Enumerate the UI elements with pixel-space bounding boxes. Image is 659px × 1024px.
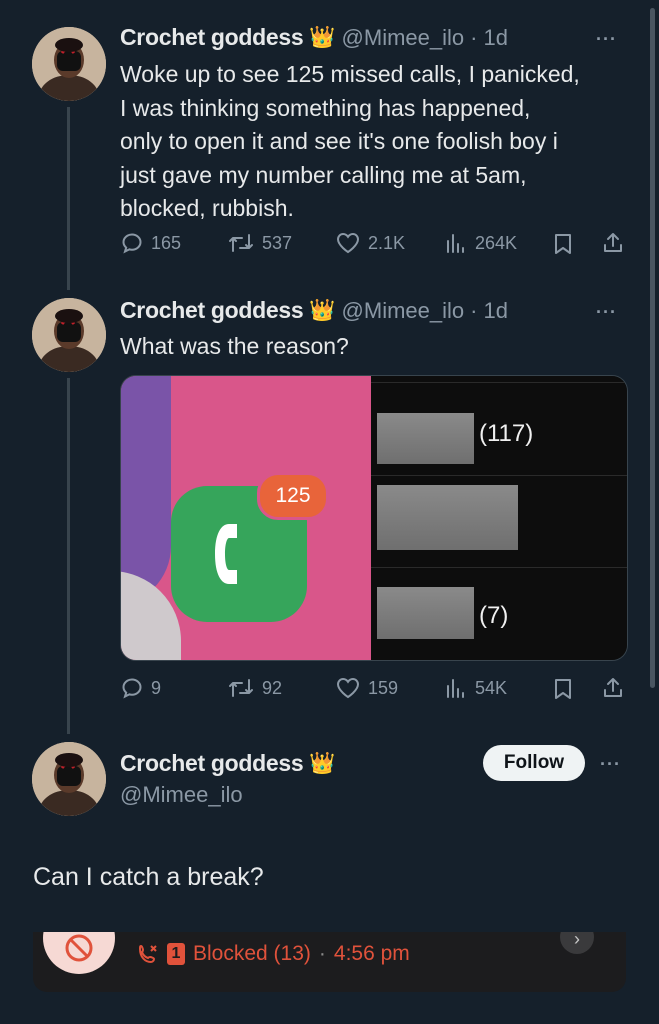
- tweet-text: What was the reason?: [120, 333, 349, 359]
- crown-icon: 👑: [309, 25, 336, 49]
- main-tweet-author: Crochet goddess 👑 @Mimee_ilo: [120, 750, 336, 808]
- handle[interactable]: @Mimee_ilo: [120, 782, 336, 808]
- handle[interactable]: @Mimee_ilo: [342, 298, 465, 324]
- share-icon[interactable]: [601, 231, 625, 260]
- blocked-label: Blocked (13): [193, 942, 311, 965]
- block-icon: [65, 934, 93, 962]
- divider: [371, 567, 627, 568]
- crown-icon: 👑: [309, 751, 336, 775]
- separator-dot: ·: [470, 24, 478, 50]
- reply-button[interactable]: 165: [120, 231, 181, 255]
- tweet-text-line: blocked, rubbish.: [120, 195, 294, 221]
- retweet-count: 92: [262, 677, 283, 698]
- blocked-call-row: 1 Blocked (13) · 4:56 pm: [137, 942, 410, 966]
- tweet-text-line: just gave my number calling me at 5am,: [120, 161, 527, 188]
- blocked-phone-icon: [138, 944, 157, 964]
- tweet-text-line: Woke up to see 125 missed calls, I panic…: [120, 61, 580, 87]
- missed-call-badge: 125: [257, 472, 329, 520]
- retweet-icon: [229, 679, 253, 697]
- tweet-header: Crochet goddess 👑 @Mimee_ilo · 1d: [120, 297, 508, 324]
- like-count: 159: [368, 677, 399, 698]
- tweet-header: Crochet goddess 👑 @Mimee_ilo · 1d: [120, 24, 508, 51]
- bookmark-icon[interactable]: [552, 677, 574, 706]
- crown-icon: 👑: [309, 298, 336, 322]
- like-button[interactable]: 159: [335, 676, 398, 700]
- views-count: 54K: [475, 677, 508, 698]
- heart-icon: [336, 232, 360, 254]
- retweet-count: 537: [262, 232, 293, 253]
- badge-count: 125: [275, 484, 311, 507]
- timestamp[interactable]: 1d: [483, 25, 507, 51]
- avatar[interactable]: [32, 27, 106, 101]
- handle[interactable]: @Mimee_ilo: [342, 25, 465, 51]
- views-icon: [447, 234, 464, 253]
- author-name-row: Crochet goddess 👑: [120, 750, 336, 777]
- main-tweet-media[interactable]: 1 Blocked (13) · 4:56 pm ›: [33, 932, 626, 992]
- tweet-text-line: only to open it and see it's one foolish…: [120, 128, 558, 154]
- bar-middle: [377, 485, 518, 550]
- avatar[interactable]: [32, 298, 106, 372]
- blocked-contact-avatar: [43, 932, 115, 974]
- heart-icon: [336, 677, 360, 699]
- follow-button[interactable]: Follow: [483, 745, 585, 781]
- call-time: 4:56 pm: [333, 942, 410, 965]
- thread-line: [67, 378, 70, 734]
- reply-icon: [122, 678, 142, 699]
- views-icon: [447, 679, 464, 698]
- separator-dot: ·: [318, 942, 326, 965]
- separator-dot: ·: [470, 297, 478, 323]
- like-count: 2.1K: [368, 232, 406, 253]
- bar-bottom-label: (7): [479, 602, 509, 629]
- views-count: 264K: [475, 232, 518, 253]
- photo-purple-area: [121, 376, 171, 606]
- views-button[interactable]: 54K: [444, 676, 507, 700]
- more-options-icon[interactable]: ···: [600, 754, 621, 775]
- bar-bottom: [377, 587, 474, 639]
- media-left-photo: 125: [121, 376, 371, 660]
- sim-badge: 1: [167, 943, 185, 965]
- tweet-media[interactable]: 125 (117) (7): [120, 375, 628, 661]
- display-name[interactable]: Crochet goddess: [120, 750, 304, 777]
- main-tweet-text: Can I catch a break?: [33, 863, 264, 891]
- reply-count: 165: [151, 232, 182, 253]
- display-name[interactable]: Crochet goddess: [120, 297, 304, 324]
- avatar[interactable]: [32, 742, 106, 816]
- bar-top-label: (117): [479, 420, 534, 447]
- scrollbar[interactable]: [650, 8, 655, 688]
- like-button[interactable]: 2.1K: [335, 231, 405, 255]
- chevron-right-icon: ›: [560, 932, 594, 954]
- retweet-button[interactable]: 537: [227, 231, 292, 255]
- views-button[interactable]: 264K: [444, 231, 517, 255]
- reply-icon: [122, 233, 142, 254]
- timestamp[interactable]: 1d: [483, 298, 507, 324]
- bar-top: [377, 413, 474, 464]
- display-name[interactable]: Crochet goddess: [120, 24, 304, 51]
- media-right-chart: (117) (7): [371, 376, 627, 660]
- share-icon[interactable]: [601, 676, 625, 705]
- bookmark-icon[interactable]: [552, 232, 574, 261]
- more-options-icon[interactable]: ···: [596, 29, 617, 50]
- tweet-text-line: I was thinking something has happened,: [120, 94, 531, 121]
- retweet-button[interactable]: 92: [227, 676, 282, 700]
- retweet-icon: [229, 234, 253, 252]
- tweet-text: Woke up to see 125 missed calls, I panic…: [120, 58, 640, 226]
- divider: [371, 475, 627, 476]
- thread-line: [67, 107, 70, 290]
- reply-count: 9: [151, 677, 162, 698]
- reply-button[interactable]: 9: [120, 676, 161, 700]
- more-options-icon[interactable]: ···: [596, 302, 617, 323]
- divider: [371, 382, 627, 383]
